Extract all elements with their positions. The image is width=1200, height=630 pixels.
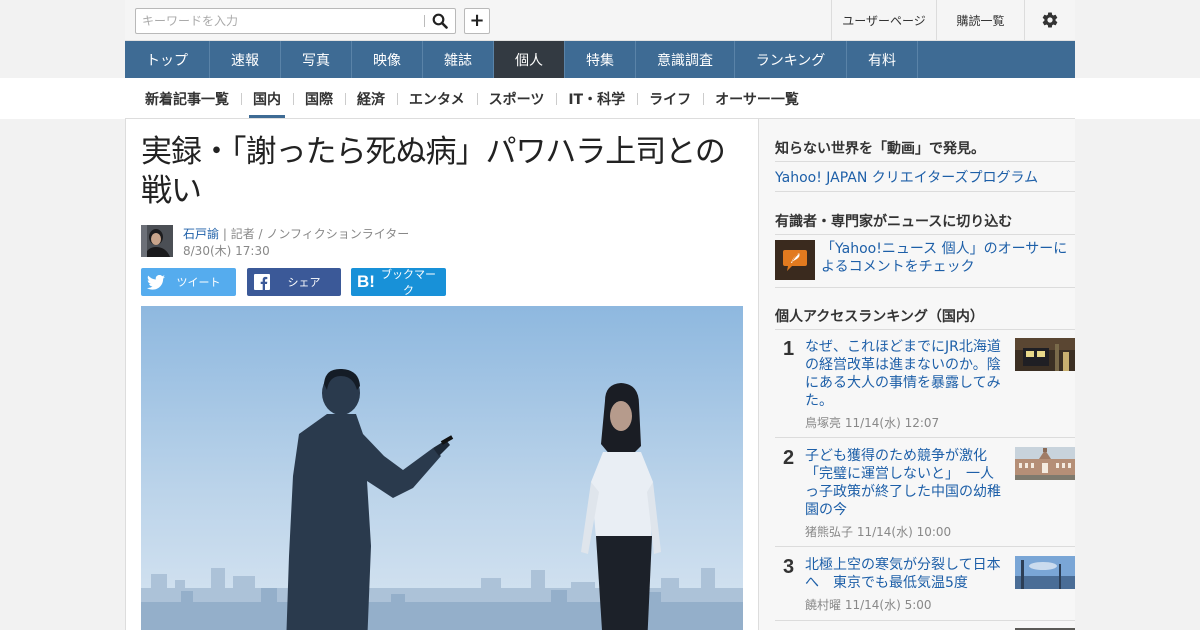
settings-button[interactable] [1024, 0, 1075, 40]
subnav-sports[interactable]: スポーツ [476, 78, 557, 119]
nav-magazines[interactable]: 雑誌 [423, 41, 494, 78]
building-thumbnail [1015, 447, 1075, 480]
experts-comment-link[interactable]: 「Yahoo!ニュース 個人」のオーサーによるコメントをチェック [775, 240, 1075, 282]
author-avatar[interactable] [141, 225, 173, 257]
ranking-heading: 個人アクセスランキング（国内） [775, 309, 984, 325]
rank-meta: 鳥塚亮 11/14(水) 12:07 [805, 414, 939, 431]
rank-meta: 猪熊弘子 11/14(水) 10:00 [805, 523, 951, 540]
hero-photo [141, 306, 743, 630]
article-title: 実録・「謝ったら死ぬ病」パワハラ上司との戦い [141, 134, 726, 209]
nav-top[interactable]: トップ [125, 41, 210, 78]
comment-quill-icon [775, 240, 815, 280]
facebook-icon [247, 268, 277, 296]
rank-date: 11/14(水) 10:00 [856, 525, 952, 539]
article-panel: 実録・「謝ったら死ぬ病」パワハラ上司との戦い 石戸諭 | 記者 / ノンフィクシ… [125, 118, 759, 630]
sub-nav: 新着記事一覧 国内 国際 経済 エンタメ スポーツ IT・科学 ライフ オーサー… [0, 78, 1200, 119]
author-line: 石戸諭 | 記者 / ノンフィクションライター [183, 225, 409, 242]
ranking-item[interactable]: 3 北極上空の寒気が分裂して日本へ 東京でも最低気温5度 饒村曜 11/14(水… [775, 556, 1075, 616]
divider [775, 287, 1075, 288]
nav-photos[interactable]: 写真 [281, 41, 352, 78]
rank-meta: 饒村曜 11/14(水) 5:00 [805, 596, 932, 613]
rank-title[interactable]: 北極上空の寒気が分裂して日本へ 東京でも最低気温5度 [805, 556, 1007, 592]
subnav-it-science[interactable]: IT・科学 [556, 78, 637, 119]
hatena-label: ブックマーク [381, 268, 436, 297]
hatena-bookmark-button[interactable]: B! ブックマーク [351, 268, 446, 297]
creators-program-link[interactable]: Yahoo! JAPAN クリエイターズプログラム [775, 167, 1075, 187]
main-nav: トップ 速報 写真 映像 雑誌 個人 特集 意識調査 ランキング 有料 [125, 41, 1075, 78]
divider [775, 546, 1075, 547]
subnav-international[interactable]: 国際 [293, 78, 345, 119]
search-box [135, 8, 456, 34]
rank-title[interactable]: 子ども獲得のため競争が激化「完璧に運営しないと」 一人っ子政策が終了した中国の幼… [805, 447, 1007, 519]
experts-comment-text: 「Yahoo!ニュース 個人」のオーサーによるコメントをチェック [821, 241, 1068, 275]
subnav-life[interactable]: ライフ [637, 78, 703, 119]
top-utility-bar: + ユーザーページ 購読一覧 [125, 0, 1075, 41]
divider [775, 234, 1075, 235]
divider [775, 437, 1075, 438]
nav-video[interactable]: 映像 [352, 41, 423, 78]
video-heading: 知らない世界を「動画」で発見。 [775, 141, 985, 157]
article-hero-image [141, 306, 743, 630]
subnav-authors[interactable]: オーサー一覧 [703, 78, 811, 119]
top-links: ユーザーページ 購読一覧 [831, 0, 1075, 40]
tweet-button[interactable]: ツイート [141, 268, 236, 296]
nav-survey[interactable]: 意識調査 [636, 41, 735, 78]
rank-date: 11/14(水) 5:00 [844, 598, 932, 612]
twitter-icon [141, 268, 171, 296]
author-name[interactable]: 石戸諭 [183, 227, 219, 241]
author-separator: | [219, 227, 231, 241]
sky-thumbnail [1015, 556, 1075, 589]
nav-paid[interactable]: 有料 [847, 41, 918, 78]
search-input[interactable] [136, 9, 424, 33]
nav-ranking[interactable]: ランキング [735, 41, 847, 78]
author-role: 記者 / ノンフィクションライター [230, 227, 410, 241]
rank-author: 鳥塚亮 [805, 416, 842, 430]
rank-number: 3 [783, 556, 795, 578]
facebook-label: シェア [287, 276, 321, 289]
subscriptions-link[interactable]: 購読一覧 [936, 0, 1024, 40]
search-icon [432, 13, 448, 29]
gear-icon [1042, 12, 1058, 28]
subnav-economy[interactable]: 経済 [345, 78, 397, 119]
ranking-item[interactable]: 2 子ども獲得のため競争が激化「完璧に運営しないと」 一人っ子政策が終了した中国… [775, 447, 1075, 543]
divider [775, 329, 1075, 330]
rank-author: 饒村曜 [805, 598, 842, 612]
nav-kojin[interactable]: 個人 [494, 41, 565, 78]
rank-thumbnail[interactable] [1015, 338, 1075, 371]
subnav-entertainment[interactable]: エンタメ [397, 78, 477, 119]
rank-author: 猪熊弘子 [805, 525, 854, 539]
author-avatar-image [141, 225, 173, 257]
rank-thumbnail[interactable] [1015, 447, 1075, 480]
rank-thumbnail[interactable] [1015, 556, 1075, 589]
subnav-domestic[interactable]: 国内 [241, 78, 293, 119]
subnav-new-articles[interactable]: 新着記事一覧 [133, 78, 241, 119]
rank-number: 1 [783, 338, 795, 360]
nav-breaking[interactable]: 速報 [210, 41, 281, 78]
divider [775, 620, 1075, 621]
train-thumbnail [1015, 338, 1075, 371]
rank-date: 11/14(水) 12:07 [844, 416, 940, 430]
divider [775, 191, 1075, 192]
sidebar: 知らない世界を「動画」で発見。 Yahoo! JAPAN クリエイターズプログラ… [759, 118, 1075, 630]
publish-date: 8/30(木) 17:30 [183, 244, 270, 258]
user-page-link[interactable]: ユーザーページ [831, 0, 936, 40]
facebook-share-button[interactable]: シェア [247, 268, 341, 296]
rank-number: 2 [783, 447, 795, 469]
rank-title[interactable]: なぜ、これほどまでにJR北海道の経営改革は進まないのか。陰にある大人の事情を暴露… [805, 338, 1007, 410]
experts-heading: 有識者・専門家がニュースに切り込む [775, 214, 1013, 230]
tweet-label: ツイート [176, 276, 221, 289]
plus-icon: + [469, 10, 485, 31]
hatena-bookmark-icon: B! [357, 272, 375, 291]
search-button[interactable] [425, 9, 455, 33]
divider [775, 161, 1075, 162]
add-button[interactable]: + [464, 8, 490, 34]
ranking-item[interactable]: 1 なぜ、これほどまでにJR北海道の経営改革は進まないのか。陰にある大人の事情を… [775, 338, 1075, 434]
nav-features[interactable]: 特集 [565, 41, 636, 78]
